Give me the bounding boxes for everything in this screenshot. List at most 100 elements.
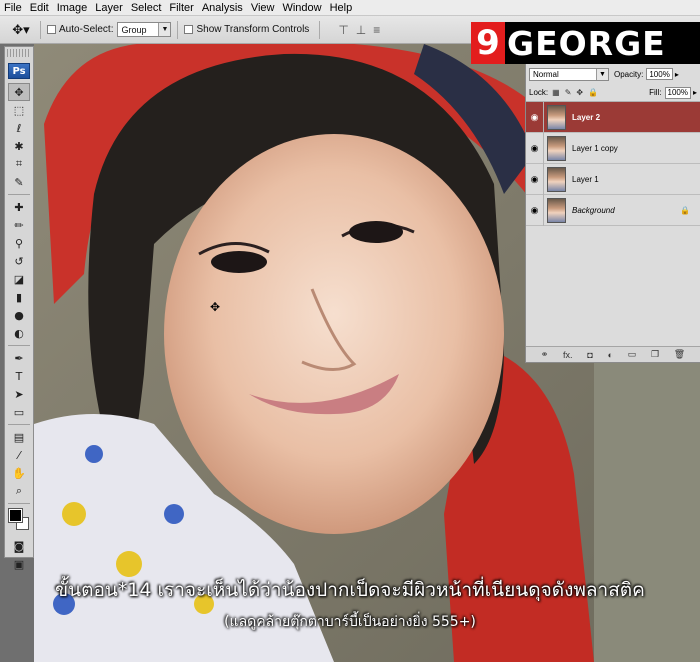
lock-position-icon[interactable]: ✥ <box>576 88 583 97</box>
menu-bar: File Edit Image Layer Select Filter Anal… <box>0 0 700 16</box>
history-brush-icon[interactable]: ↺ <box>8 252 30 270</box>
caption-line-2: (แลดูคล้ายตุ๊กตาบาร์บี้เป็นอย่างยิ่ง 555… <box>224 614 476 630</box>
auto-select-checkbox[interactable] <box>47 25 56 34</box>
menu-image[interactable]: Image <box>57 2 88 14</box>
menu-view[interactable]: View <box>251 2 275 14</box>
align-top-icon[interactable]: ⊤ <box>338 23 348 37</box>
layer-name: Background <box>572 205 615 215</box>
layers-blend-row: Normal ▼ Opacity: 100% ▸ <box>526 64 700 84</box>
layers-footer: ⚭ fx. ◘ ◐ ▭ ❐ 🗑 <box>526 346 700 362</box>
divider <box>177 20 179 39</box>
layer-name: Layer 1 copy <box>572 143 618 153</box>
marquee-tool-icon[interactable]: ⬚ <box>8 101 30 119</box>
layers-empty-area <box>526 226 700 346</box>
layer-name: Layer 1 <box>572 174 599 184</box>
align-bottom-icon[interactable]: ≡ <box>373 23 380 37</box>
divider <box>8 503 30 504</box>
healing-brush-icon[interactable]: ✚ <box>8 198 30 216</box>
magic-wand-icon[interactable]: ✱ <box>8 137 30 155</box>
divider <box>8 424 30 425</box>
new-group-icon[interactable]: ▭ <box>628 349 637 360</box>
lock-all-icon[interactable]: 🔒 <box>588 88 598 97</box>
path-select-icon[interactable]: ➤ <box>8 385 30 403</box>
foreground-color-swatch[interactable] <box>8 508 23 523</box>
move-tool-preset-icon[interactable]: ✥▾ <box>8 20 34 40</box>
layers-lock-row: Lock: ▦ ✎ ✥ 🔒 Fill: 100% ▸ <box>526 84 700 102</box>
lock-icon: 🔒 <box>680 205 690 215</box>
opacity-slider-icon[interactable]: ▸ <box>675 70 679 79</box>
auto-select-dropdown[interactable]: Group ▼ <box>117 22 172 37</box>
align-middle-icon[interactable]: ⊥ <box>356 23 366 37</box>
menu-help[interactable]: Help <box>330 2 353 14</box>
new-layer-icon[interactable]: ❐ <box>651 349 659 360</box>
dodge-tool-icon[interactable]: ◐ <box>8 324 30 342</box>
adjustment-layer-icon[interactable]: ◐ <box>608 350 613 360</box>
zoom-tool-icon[interactable]: ⌕ <box>8 482 30 500</box>
move-cursor-icon: ✥ <box>210 300 221 314</box>
lock-paint-icon[interactable]: ✎ <box>565 88 572 97</box>
quick-mask-icon[interactable]: ◙ <box>8 537 30 555</box>
chevron-down-icon: ▼ <box>158 23 171 36</box>
layer-row[interactable]: ◉ Layer 2 <box>526 101 700 133</box>
menu-select[interactable]: Select <box>131 2 162 14</box>
fill-label: Fill: <box>649 88 662 97</box>
visibility-eye-icon[interactable]: ◉ <box>526 132 544 164</box>
clone-stamp-icon[interactable]: ⚲ <box>8 234 30 252</box>
caption-line-1: ขั้นตอน*14 เราจะเห็นได้ว่าน้องปากเป็ดจะม… <box>55 579 645 601</box>
trash-icon[interactable]: 🗑 <box>674 349 685 360</box>
blur-tool-icon[interactable]: ● <box>8 306 30 324</box>
brush-tool-icon[interactable]: ✏ <box>8 216 30 234</box>
opacity-field[interactable]: 100% <box>646 68 673 80</box>
slice-tool-icon[interactable]: ✎ <box>8 173 30 191</box>
divider <box>8 194 30 195</box>
menu-file[interactable]: File <box>4 2 22 14</box>
blend-mode-value: Normal <box>533 69 559 79</box>
menu-edit[interactable]: Edit <box>30 2 49 14</box>
blend-mode-dropdown[interactable]: Normal ▼ <box>529 67 609 81</box>
divider <box>8 345 30 346</box>
panel-grip[interactable] <box>7 49 31 57</box>
screen-mode-icon[interactable]: ▣ <box>8 555 30 573</box>
eraser-tool-icon[interactable]: ◪ <box>8 270 30 288</box>
fill-field[interactable]: 100% <box>664 86 691 99</box>
visibility-eye-icon[interactable]: ◉ <box>526 101 544 133</box>
layer-thumbnail <box>547 166 566 192</box>
caption: ขั้นตอน*14 เราจะเห็นได้ว่าน้องปากเป็ดจะม… <box>0 575 700 633</box>
lasso-tool-icon[interactable]: ℓ <box>8 119 30 137</box>
link-layers-icon[interactable]: ⚭ <box>541 349 549 360</box>
lock-transparent-icon[interactable]: ▦ <box>552 88 560 97</box>
notes-tool-icon[interactable]: ▤ <box>8 428 30 446</box>
visibility-eye-icon[interactable]: ◉ <box>526 163 544 195</box>
type-tool-icon[interactable]: T <box>8 367 30 385</box>
tools-panel: Ps ✥ ⬚ ℓ ✱ ⌗ ✎ ✚ ✏ ⚲ ↺ ◪ ▮ ● ◐ ✒ T ➤ ▭ ▤… <box>4 46 34 571</box>
ps-badge: Ps <box>8 63 30 79</box>
logo-number: 9 <box>471 22 505 64</box>
layer-row[interactable]: ◉ Layer 1 <box>526 163 700 195</box>
lock-icons: ▦ ✎ ✥ 🔒 <box>552 88 598 97</box>
layer-thumbnail <box>547 104 566 130</box>
shape-tool-icon[interactable]: ▭ <box>8 403 30 421</box>
divider <box>40 20 41 39</box>
pen-tool-icon[interactable]: ✒ <box>8 349 30 367</box>
show-transform-checkbox[interactable] <box>184 25 194 34</box>
menu-filter[interactable]: Filter <box>169 2 193 14</box>
hand-tool-icon[interactable]: ✋ <box>8 464 30 482</box>
show-transform-label: Show Transform Controls <box>196 24 310 35</box>
add-mask-icon[interactable]: ◘ <box>587 350 592 360</box>
gradient-tool-icon[interactable]: ▮ <box>8 288 30 306</box>
crop-tool-icon[interactable]: ⌗ <box>8 155 30 173</box>
chevron-down-icon: ▼ <box>596 68 608 80</box>
eyedropper-icon[interactable]: ⁄ <box>8 446 30 464</box>
move-tool-icon[interactable]: ✥ <box>8 83 30 101</box>
fill-slider-icon[interactable]: ▸ <box>693 88 697 97</box>
menu-window[interactable]: Window <box>282 2 321 14</box>
layer-row[interactable]: ◉ Background 🔒 <box>526 194 700 226</box>
brand-logo: 9 GEORGE <box>471 22 700 64</box>
visibility-eye-icon[interactable]: ◉ <box>526 194 544 226</box>
layers-panel: Normal ▼ Opacity: 100% ▸ Lock: ▦ ✎ ✥ 🔒 F… <box>525 64 700 363</box>
layer-row[interactable]: ◉ Layer 1 copy <box>526 132 700 164</box>
color-swatches[interactable] <box>7 507 31 535</box>
menu-analysis[interactable]: Analysis <box>202 2 243 14</box>
menu-layer[interactable]: Layer <box>95 2 123 14</box>
layer-style-icon[interactable]: fx. <box>563 350 573 360</box>
